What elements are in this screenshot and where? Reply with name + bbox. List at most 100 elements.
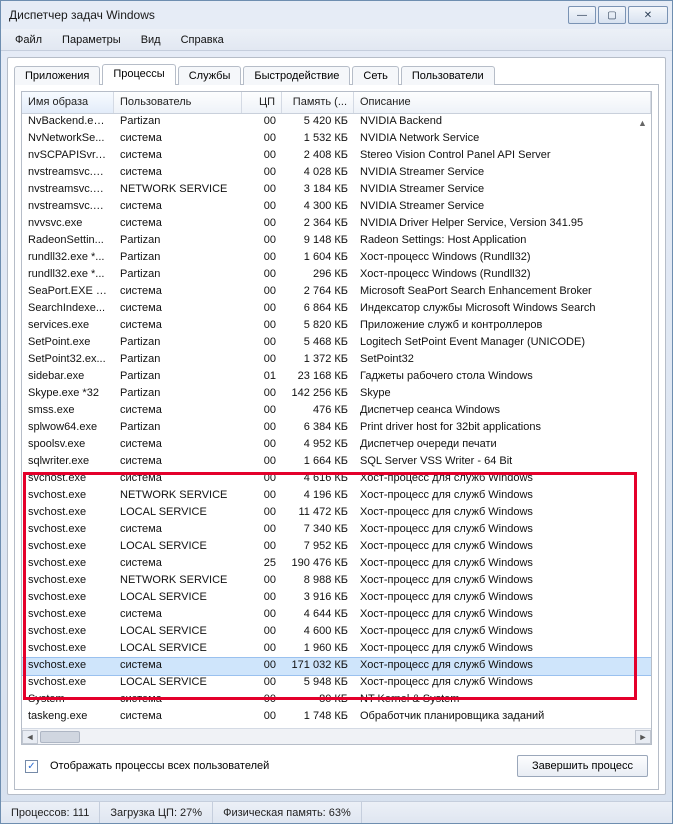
cell-user: система: [114, 301, 242, 318]
table-row[interactable]: SearchIndexe...система006 864 КБИндексат…: [22, 301, 651, 318]
cell-cpu: 00: [242, 573, 282, 590]
table-row[interactable]: svchost.exeLOCAL SERVICE007 952 КБХост-п…: [22, 539, 651, 556]
cell-description: Хост-процесс для служб Windows: [354, 607, 651, 624]
table-row[interactable]: svchost.exeLOCAL SERVICE001 960 КБХост-п…: [22, 641, 651, 658]
table-row[interactable]: svchost.exeсистема007 340 КБХост-процесс…: [22, 522, 651, 539]
cell-user: система: [114, 216, 242, 233]
cell-cpu: 00: [242, 335, 282, 352]
tabs: Приложения Процессы Службы Быстродействи…: [14, 64, 659, 85]
minimize-button[interactable]: —: [568, 6, 596, 24]
titlebar[interactable]: Диспетчер задач Windows — ▢ ✕: [1, 1, 672, 29]
col-header-image[interactable]: Имя образа: [22, 92, 114, 113]
cell-user: LOCAL SERVICE: [114, 624, 242, 641]
cell-description: NVIDIA Streamer Service: [354, 182, 651, 199]
table-row[interactable]: svchost.exeсистема004 644 КБХост-процесс…: [22, 607, 651, 624]
table-row[interactable]: spoolsv.exeсистема004 952 КБДиспетчер оч…: [22, 437, 651, 454]
menu-file[interactable]: Файл: [7, 32, 50, 48]
menu-help[interactable]: Справка: [173, 32, 232, 48]
table-row[interactable]: sidebar.exePartizan0123 168 КБГаджеты ра…: [22, 369, 651, 386]
window-title: Диспетчер задач Windows: [9, 8, 568, 22]
table-row[interactable]: svchost.exeLOCAL SERVICE0011 472 КБХост-…: [22, 505, 651, 522]
cell-memory: 171 032 КБ: [282, 658, 354, 675]
cell-user: система: [114, 165, 242, 182]
table-row[interactable]: NvBackend.ex...Partizan005 420 КБNVIDIA …: [22, 114, 651, 131]
tab-performance[interactable]: Быстродействие: [243, 66, 350, 85]
table-row[interactable]: svchost.exeNETWORK SERVICE008 988 КБХост…: [22, 573, 651, 590]
cell-image: svchost.exe: [22, 488, 114, 505]
cell-description: Диспетчер сеанса Windows: [354, 403, 651, 420]
cell-image: NvNetworkSe...: [22, 131, 114, 148]
table-row[interactable]: nvvsvc.exeсистема002 364 КБNVIDIA Driver…: [22, 216, 651, 233]
tab-services[interactable]: Службы: [178, 66, 242, 85]
cell-memory: 9 148 КБ: [282, 233, 354, 250]
end-process-button[interactable]: Завершить процесс: [517, 755, 648, 777]
cell-user: NETWORK SERVICE: [114, 182, 242, 199]
process-panel: Имя образа Пользователь ЦП Память (... О…: [14, 84, 659, 790]
cell-cpu: 00: [242, 352, 282, 369]
table-row[interactable]: splwow64.exePartizan006 384 КБPrint driv…: [22, 420, 651, 437]
cell-description: SetPoint32: [354, 352, 651, 369]
tab-network[interactable]: Сеть: [352, 66, 398, 85]
table-row[interactable]: svchost.exeLOCAL SERVICE005 948 КБХост-п…: [22, 675, 651, 692]
menu-view[interactable]: Вид: [133, 32, 169, 48]
col-header-description[interactable]: Описание: [354, 92, 651, 113]
client-area: Приложения Процессы Службы Быстродействи…: [7, 57, 666, 795]
maximize-button[interactable]: ▢: [598, 6, 626, 24]
tab-applications[interactable]: Приложения: [14, 66, 100, 85]
table-row[interactable]: nvstreamsvc.e...NETWORK SERVICE003 184 К…: [22, 182, 651, 199]
horizontal-scrollbar[interactable]: ◄ ►: [22, 728, 651, 744]
col-header-memory[interactable]: Память (...: [282, 92, 354, 113]
cell-cpu: 00: [242, 692, 282, 709]
cell-memory: 11 472 КБ: [282, 505, 354, 522]
table-row[interactable]: sqlwriter.exeсистема001 664 КБSQL Server…: [22, 454, 651, 471]
scroll-up-icon[interactable]: ▲: [635, 115, 650, 130]
table-row[interactable]: rundll32.exe *...Partizan001 604 КБХост-…: [22, 250, 651, 267]
cell-memory: 5 820 КБ: [282, 318, 354, 335]
cell-description: NVIDIA Streamer Service: [354, 199, 651, 216]
table-row[interactable]: svchost.exeLOCAL SERVICE003 916 КБХост-п…: [22, 590, 651, 607]
table-row[interactable]: RadeonSettin...Partizan009 148 КБRadeon …: [22, 233, 651, 250]
cell-memory: 6 864 КБ: [282, 301, 354, 318]
table-row[interactable]: SeaPort.EXE *32система002 764 КБMicrosof…: [22, 284, 651, 301]
table-row[interactable]: svchost.exeсистема00171 032 КБХост-проце…: [22, 658, 651, 675]
cell-cpu: 25: [242, 556, 282, 573]
table-row[interactable]: smss.exeсистема00476 КБДиспетчер сеанса …: [22, 403, 651, 420]
table-row[interactable]: services.exeсистема005 820 КБПриложение …: [22, 318, 651, 335]
scroll-right-icon[interactable]: ►: [635, 730, 651, 744]
cell-user: система: [114, 199, 242, 216]
table-row[interactable]: Skype.exe *32Partizan00142 256 КБSkype: [22, 386, 651, 403]
menu-options[interactable]: Параметры: [54, 32, 129, 48]
table-row[interactable]: nvstreamsvc.e...система004 300 КБNVIDIA …: [22, 199, 651, 216]
cell-user: Partizan: [114, 335, 242, 352]
cell-image: splwow64.exe: [22, 420, 114, 437]
table-row[interactable]: svchost.exeLOCAL SERVICE004 600 КБХост-п…: [22, 624, 651, 641]
cell-cpu: 00: [242, 233, 282, 250]
table-row[interactable]: svchost.exeсистема004 616 КБХост-процесс…: [22, 471, 651, 488]
col-header-user[interactable]: Пользователь: [114, 92, 242, 113]
table-row[interactable]: SetPoint32.ex...Partizan001 372 КБSetPoi…: [22, 352, 651, 369]
table-row[interactable]: NvNetworkSe...система001 532 КБNVIDIA Ne…: [22, 131, 651, 148]
table-row[interactable]: rundll32.exe *...Partizan00296 КБХост-пр…: [22, 267, 651, 284]
table-row[interactable]: nvstreamsvc.e...система004 028 КБNVIDIA …: [22, 165, 651, 182]
cell-image: Skype.exe *32: [22, 386, 114, 403]
table-row[interactable]: svchost.exeNETWORK SERVICE004 196 КБХост…: [22, 488, 651, 505]
cell-memory: 5 420 КБ: [282, 114, 354, 131]
table-row[interactable]: SetPoint.exePartizan005 468 КБLogitech S…: [22, 335, 651, 352]
cell-description: Хост-процесс Windows (Rundll32): [354, 250, 651, 267]
table-row[interactable]: nvSCPAPISvr.e...система002 408 КБStereo …: [22, 148, 651, 165]
scroll-left-icon[interactable]: ◄: [22, 730, 38, 744]
table-row[interactable]: svchost.exeсистема25190 476 КБХост-проце…: [22, 556, 651, 573]
table-row[interactable]: Systemсистема0080 КБNT Kernel & System: [22, 692, 651, 709]
show-all-users-checkbox[interactable]: ✓: [25, 760, 38, 773]
cell-description: Хост-процесс для служб Windows: [354, 590, 651, 607]
close-button[interactable]: ✕: [628, 6, 668, 24]
cell-memory: 190 476 КБ: [282, 556, 354, 573]
cell-description: Диспетчер очереди печати: [354, 437, 651, 454]
process-list-body[interactable]: NvBackend.ex...Partizan005 420 КБNVIDIA …: [22, 114, 651, 728]
col-header-cpu[interactable]: ЦП: [242, 92, 282, 113]
cell-cpu: 00: [242, 420, 282, 437]
table-row[interactable]: taskeng.exeсистема001 748 КБОбработчик п…: [22, 709, 651, 726]
tab-users[interactable]: Пользователи: [401, 66, 495, 85]
scroll-thumb[interactable]: [40, 731, 80, 743]
tab-processes[interactable]: Процессы: [102, 64, 175, 85]
